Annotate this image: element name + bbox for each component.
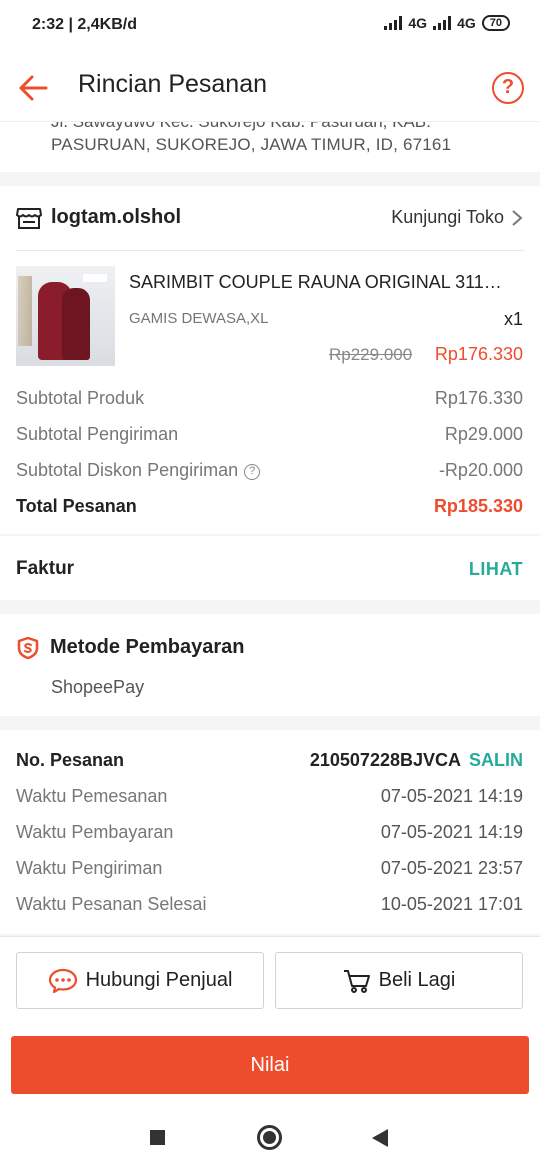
subtotal-product-row: Subtotal Produk Rp176.330 (16, 388, 523, 412)
payment-method: ShopeePay (51, 677, 145, 697)
row-value: 07-05-2021 23:57 (380, 858, 523, 878)
status-time: 2:32 | 2,4KB/d (32, 16, 137, 33)
order-number-row: No. Pesanan 210507228BJVCA SALIN (16, 750, 523, 774)
product-quantity: x1 (503, 309, 523, 329)
network-type-1: 4G (408, 15, 428, 31)
address-line-partial: Jl. Sawayuwo Kec. Sukorejo Kab. Pasuruan… (51, 122, 431, 132)
help-icon[interactable]: ? (492, 72, 524, 104)
action-buttons: Hubungi Penjual Beli Lagi (0, 936, 540, 1024)
visit-shop-link[interactable]: Kunjungi Toko (391, 207, 504, 228)
buy-again-label: Beli Lagi (378, 969, 456, 991)
shipping-discount-row: Subtotal Diskon Pengiriman? -Rp20.000 (16, 460, 523, 484)
shipping-address: Jl. Sawayuwo Kec. Sukorejo Kab. Pasuruan… (0, 122, 540, 172)
info-icon[interactable]: ? (244, 464, 261, 480)
completed-time-row: Waktu Pesanan Selesai 10-05-2021 17:01 (16, 894, 523, 918)
order-item-card: logtam.olshol Kunjungi Toko SARIMBIT COU… (0, 186, 540, 534)
store-icon (16, 208, 42, 229)
chevron-right-icon[interactable] (510, 208, 524, 228)
view-invoice-link[interactable]: LIHAT (469, 559, 523, 580)
order-number: 210507228BJVCA (309, 750, 461, 770)
network-type-2: 4G (457, 15, 476, 31)
signal-icon-2 (433, 16, 452, 30)
android-nav-bar (0, 1116, 540, 1170)
back-arrow-icon[interactable] (16, 70, 52, 106)
signal-icon (384, 16, 403, 30)
shop-name[interactable]: logtam.olshol (51, 206, 181, 229)
row-label: Subtotal Pengiriman (16, 424, 179, 444)
recents-icon[interactable] (150, 1130, 165, 1145)
row-value: Rp185.330 (433, 496, 523, 516)
payment-method-section: Metode Pembayaran ShopeePay (0, 614, 540, 716)
row-value: Rp176.330 (434, 388, 523, 408)
order-info-section: No. Pesanan 210507228BJVCA SALIN Waktu P… (0, 730, 540, 934)
invoice-label: Faktur (16, 558, 75, 579)
shield-icon (17, 636, 39, 660)
status-icons: 4G 4G 70 (384, 15, 510, 31)
invoice-row: Faktur LIHAT (0, 536, 540, 600)
row-label: Subtotal Diskon Pengiriman? (16, 460, 261, 481)
payment-title: Metode Pembayaran (50, 636, 245, 658)
row-label: Waktu Pemesanan (16, 786, 168, 806)
status-bar: 2:32 | 2,4KB/d 4G 4G 70 (0, 0, 540, 52)
back-icon[interactable] (372, 1129, 388, 1147)
subtotal-shipping-row: Subtotal Pengiriman Rp29.000 (16, 424, 523, 448)
row-label: Waktu Pesanan Selesai (16, 894, 207, 914)
row-value: 10-05-2021 17:01 (380, 894, 523, 914)
chat-icon (48, 968, 77, 993)
rate-button[interactable]: Nilai (11, 1036, 529, 1094)
contact-seller-label: Hubungi Penjual (85, 969, 233, 991)
app-bar: Rincian Pesanan ? (0, 52, 540, 122)
order-time-row: Waktu Pemesanan 07-05-2021 14:19 (16, 786, 523, 810)
buy-again-button[interactable]: Beli Lagi (275, 952, 523, 1009)
row-label: Waktu Pembayaran (16, 822, 174, 842)
bottom-bar: Nilai (0, 1024, 540, 1170)
product-variant: GAMIS DEWASA,XL (129, 310, 269, 327)
shop-header: logtam.olshol Kunjungi Toko (16, 204, 524, 234)
cart-icon (343, 969, 370, 993)
payment-time-row: Waktu Pembayaran 07-05-2021 14:19 (16, 822, 523, 846)
row-value: 07-05-2021 14:19 (380, 786, 523, 806)
row-label: Waktu Pengiriman (16, 858, 163, 878)
discounted-price: Rp176.330 (434, 344, 523, 364)
row-value: 07-05-2021 14:19 (380, 822, 523, 842)
shipping-time-row: Waktu Pengiriman 07-05-2021 23:57 (16, 858, 523, 882)
order-number-label: No. Pesanan (16, 750, 125, 770)
copy-order-number-button[interactable]: SALIN (469, 750, 523, 771)
battery-icon: 70 (481, 15, 510, 31)
order-total-row: Total Pesanan Rp185.330 (16, 496, 523, 520)
original-price: Rp229.000 (329, 345, 413, 364)
product-image[interactable] (16, 266, 115, 366)
page-title: Rincian Pesanan (78, 70, 268, 98)
divider (16, 250, 524, 251)
row-label: Subtotal Produk (16, 388, 145, 408)
contact-seller-button[interactable]: Hubungi Penjual (16, 952, 264, 1009)
row-value: -Rp20.000 (438, 460, 523, 480)
product-title[interactable]: SARIMBIT COUPLE RAUNA ORIGINAL 311… (129, 272, 511, 293)
row-label: Total Pesanan (16, 496, 137, 516)
row-value: Rp29.000 (444, 424, 523, 444)
home-icon[interactable] (257, 1125, 282, 1150)
address-line: PASURUAN, SUKOREJO, JAWA TIMUR, ID, 6716… (51, 135, 452, 154)
